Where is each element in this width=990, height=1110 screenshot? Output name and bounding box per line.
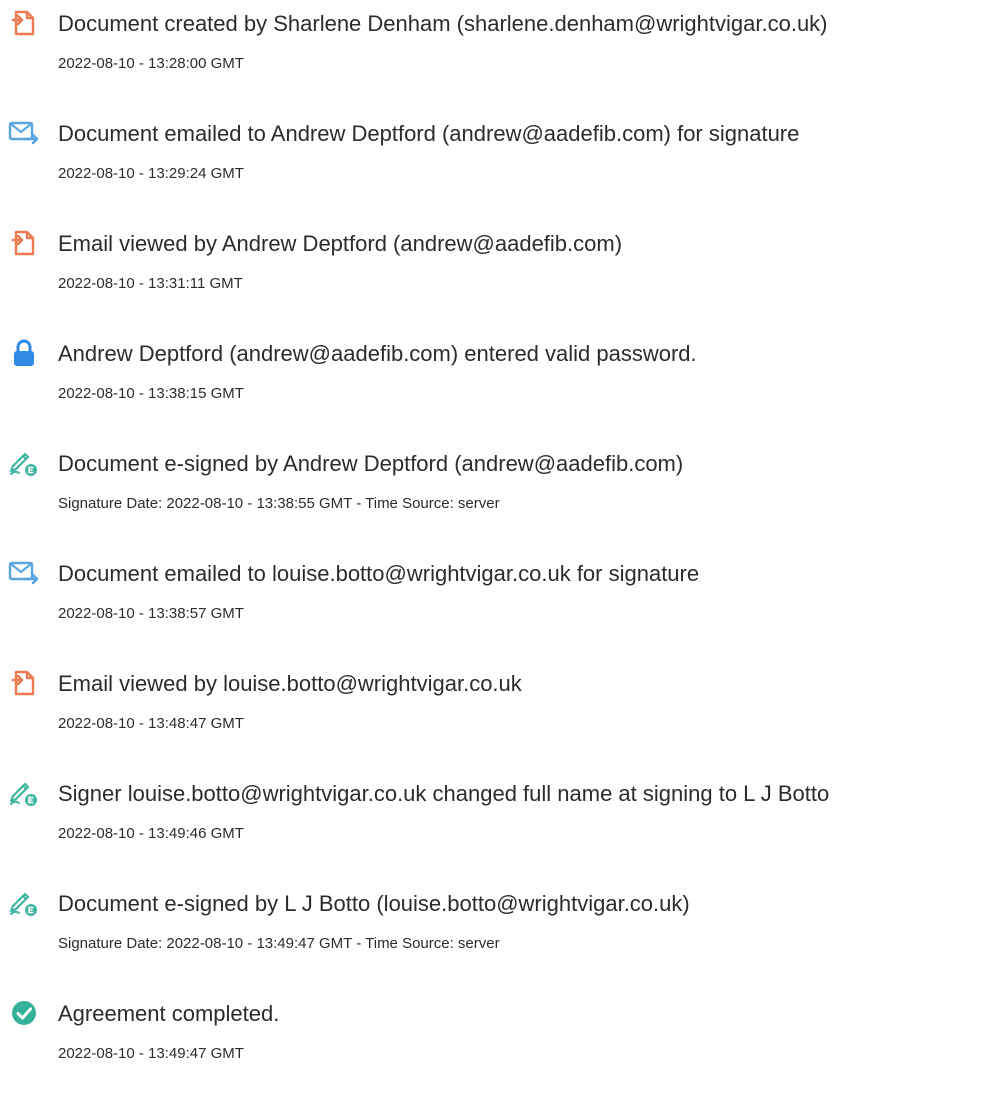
event-title: Andrew Deptford (andrew@aadefib.com) ent…: [58, 341, 697, 366]
event-timestamp: 2022-08-10 - 13:38:57 GMT: [58, 605, 244, 622]
audit-event: Andrew Deptford (andrew@aadefib.com) ent…: [0, 330, 990, 430]
document-icon: [8, 667, 40, 699]
event-title: Email viewed by louise.botto@wrightvigar…: [58, 671, 522, 696]
event-timestamp: 2022-08-10 - 13:48:47 GMT: [58, 715, 244, 732]
event-title: Signer louise.botto@wrightvigar.co.uk ch…: [58, 781, 830, 806]
email-sent-icon: [8, 557, 40, 589]
email-sent-icon: [8, 117, 40, 149]
lock-icon: [8, 337, 40, 369]
audit-event: Email viewed by louise.botto@wrightvigar…: [0, 660, 990, 760]
event-title: Document e-signed by Andrew Deptford (an…: [58, 451, 684, 476]
event-timestamp: Signature Date: 2022-08-10 - 13:38:55 GM…: [58, 495, 500, 512]
audit-event: Signer louise.botto@wrightvigar.co.uk ch…: [0, 770, 990, 870]
document-icon: [8, 227, 40, 259]
event-timestamp: 2022-08-10 - 13:49:47 GMT: [58, 1045, 244, 1062]
event-title: Document emailed to Andrew Deptford (and…: [58, 121, 800, 146]
event-timestamp: 2022-08-10 - 13:49:46 GMT: [58, 825, 244, 842]
event-title: Document created by Sharlene Denham (sha…: [58, 11, 828, 36]
audit-event: Document e-signed by Andrew Deptford (an…: [0, 440, 990, 540]
event-timestamp: 2022-08-10 - 13:29:24 GMT: [58, 165, 244, 182]
event-timestamp: 2022-08-10 - 13:28:00 GMT: [58, 55, 244, 72]
document-icon: [8, 7, 40, 39]
checkmark-circle-icon: [8, 997, 40, 1029]
event-title: Agreement completed.: [58, 1001, 280, 1026]
e-sign-pen-icon: [8, 777, 40, 809]
audit-event: Document emailed to Andrew Deptford (and…: [0, 110, 990, 210]
event-timestamp: 2022-08-10 - 13:38:15 GMT: [58, 385, 244, 402]
e-sign-pen-icon: [8, 447, 40, 479]
audit-event: Document e-signed by L J Botto (louise.b…: [0, 880, 990, 980]
event-title: Document e-signed by L J Botto (louise.b…: [58, 891, 690, 916]
audit-event: Document created by Sharlene Denham (sha…: [0, 0, 990, 100]
event-title: Email viewed by Andrew Deptford (andrew@…: [58, 231, 623, 256]
audit-event: Document emailed to louise.botto@wrightv…: [0, 550, 990, 650]
audit-event: Agreement completed. 2022-08-10 - 13:49:…: [0, 990, 990, 1090]
e-sign-pen-icon: [8, 887, 40, 919]
event-timestamp: 2022-08-10 - 13:31:11 GMT: [58, 275, 243, 292]
event-title: Document emailed to louise.botto@wrightv…: [58, 561, 700, 586]
audit-event-list: Document created by Sharlene Denham (sha…: [0, 0, 990, 1110]
audit-event: Email viewed by Andrew Deptford (andrew@…: [0, 220, 990, 320]
event-timestamp: Signature Date: 2022-08-10 - 13:49:47 GM…: [58, 935, 500, 952]
